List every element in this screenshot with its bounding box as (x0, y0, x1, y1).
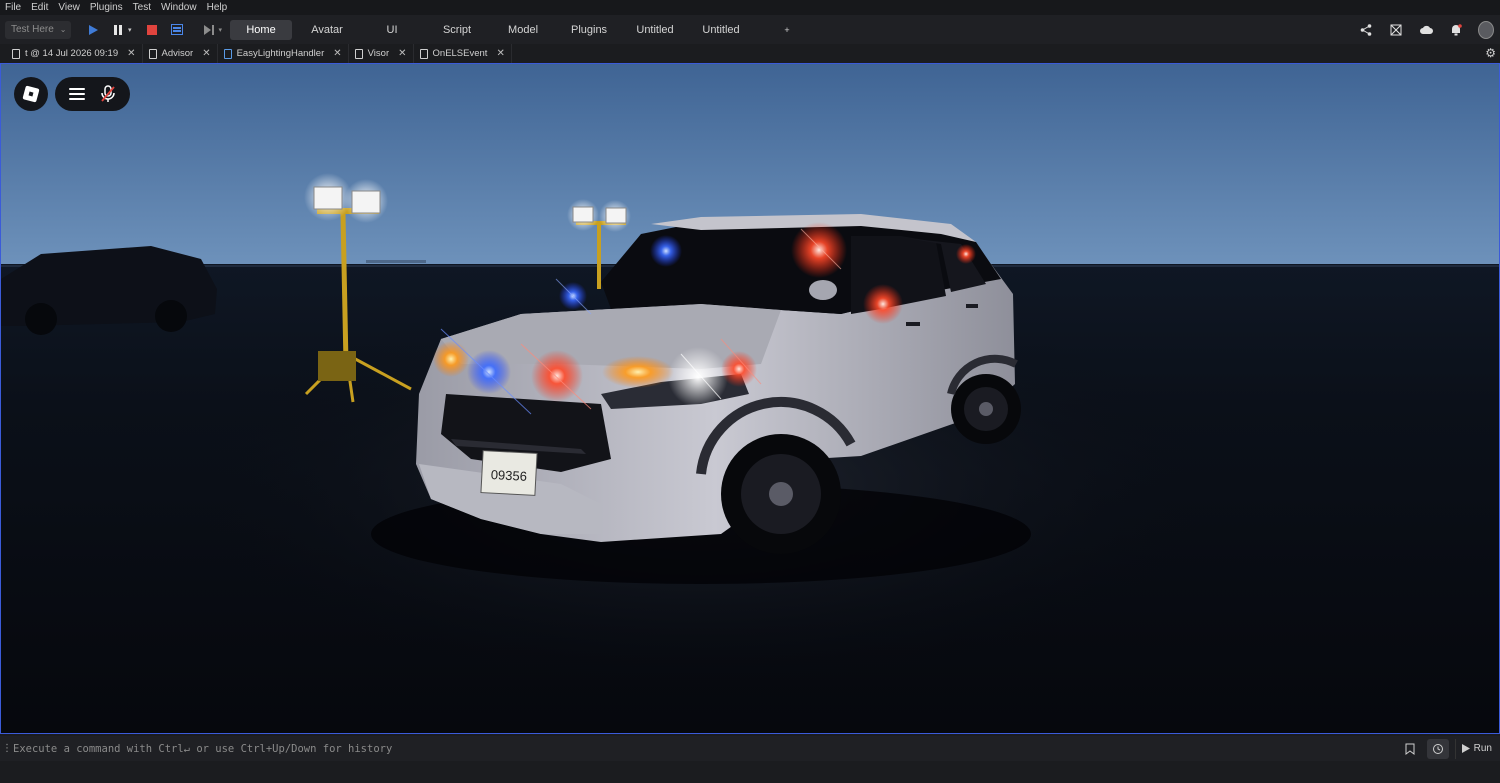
script-icon (419, 48, 428, 59)
close-icon[interactable]: ✕ (127, 48, 135, 59)
add-tab-button[interactable]: + (756, 20, 818, 40)
doc-tab-easylightinghandler[interactable]: EasyLightingHandler ✕ (218, 44, 349, 63)
notifications-bell-icon[interactable] (1448, 22, 1464, 38)
chevron-down-icon: ⌄ (59, 25, 67, 34)
doc-tab-label: Visor (367, 48, 390, 59)
menu-help[interactable]: Help (207, 2, 228, 13)
game-menu-pill (55, 77, 130, 111)
script-icon (354, 48, 363, 59)
history-icon[interactable] (1426, 738, 1449, 759)
step-options-chevron-icon[interactable]: ▾ (219, 26, 223, 34)
tab-script[interactable]: Script (422, 20, 492, 40)
run-label: Run (1473, 743, 1492, 754)
scene-render: 09356 (1, 64, 1499, 733)
doc-tab-onelsevent[interactable]: OnELSEvent ✕ (414, 44, 512, 63)
menu-edit[interactable]: Edit (31, 2, 48, 13)
close-icon[interactable]: ✕ (202, 48, 210, 59)
pause-icon[interactable] (110, 22, 126, 38)
test-mode-dropdown[interactable]: Test Here ⌄ (5, 20, 71, 39)
play-icon[interactable] (85, 22, 101, 38)
roblox-menu-button[interactable] (14, 77, 48, 111)
cloud-icon[interactable] (1418, 22, 1434, 38)
game-viewport[interactable]: 09356 (0, 63, 1500, 734)
tab-plugins[interactable]: Plugins (554, 20, 624, 40)
document-tab-bar: t @ 14 Jul 2026 09:19 ✕ Advisor ✕ EasyLi… (0, 44, 1500, 63)
menu-plugins[interactable]: Plugins (90, 2, 123, 13)
doc-tab-advisor[interactable]: Advisor ✕ (143, 44, 218, 63)
tab-untitled-1[interactable]: Untitled (624, 20, 686, 40)
tab-model[interactable]: Model (492, 20, 554, 40)
doc-tab-label: Advisor (161, 48, 194, 59)
avatar[interactable] (1478, 20, 1494, 39)
menu-view[interactable]: View (58, 2, 80, 13)
command-input[interactable] (8, 736, 1399, 761)
module-script-icon (223, 48, 232, 59)
tab-avatar[interactable]: Avatar (292, 20, 362, 40)
share-icon[interactable] (1358, 22, 1374, 38)
stop-icon[interactable] (144, 22, 160, 38)
place-icon (12, 48, 20, 59)
script-icon (148, 48, 157, 59)
menu-bar: File Edit View Plugins Test Window Help (0, 0, 1500, 15)
doc-tab-place[interactable]: t @ 14 Jul 2026 09:19 ✕ (6, 44, 143, 63)
run-button[interactable]: Run (1454, 738, 1500, 759)
muted-mic-icon[interactable] (100, 85, 116, 103)
doc-tab-label: EasyLightingHandler (236, 48, 325, 59)
bookmark-icon[interactable] (1399, 739, 1421, 759)
toolbar: Test Here ⌄ ▾ ▾ Home Avatar UI Script Mo… (0, 15, 1500, 44)
status-bar (0, 761, 1500, 783)
team-create-icon[interactable] (1388, 22, 1404, 38)
toolbar-right-icons (1358, 15, 1494, 44)
menu-file[interactable]: File (5, 2, 21, 13)
doc-tab-label: OnELSEvent (432, 48, 488, 59)
menu-window[interactable]: Window (161, 2, 197, 13)
gear-icon[interactable]: ⚙ (1485, 46, 1496, 60)
tab-ui[interactable]: UI (362, 20, 422, 40)
close-icon[interactable]: ✕ (333, 48, 341, 59)
user-avatar-icon (1478, 20, 1494, 39)
tab-home[interactable]: Home (230, 19, 293, 40)
close-icon[interactable]: ✕ (496, 48, 504, 59)
pause-options-chevron-icon[interactable]: ▾ (128, 26, 132, 34)
play-icon (1461, 744, 1470, 753)
doc-tab-visor[interactable]: Visor ✕ (349, 44, 414, 63)
doc-tab-label: t @ 14 Jul 2026 09:19 (25, 48, 119, 59)
hamburger-menu-icon[interactable] (68, 88, 85, 100)
server-client-icon[interactable] (169, 22, 185, 38)
step-forward-icon[interactable] (201, 22, 217, 38)
roblox-logo-icon (22, 85, 40, 103)
menu-test[interactable]: Test (133, 2, 151, 13)
command-bar: ⋮ Run (0, 736, 1500, 761)
close-icon[interactable]: ✕ (398, 48, 406, 59)
license-plate-text: 09356 (490, 467, 527, 484)
test-mode-label: Test Here (11, 24, 54, 35)
tab-untitled-2[interactable]: Untitled (686, 20, 756, 40)
